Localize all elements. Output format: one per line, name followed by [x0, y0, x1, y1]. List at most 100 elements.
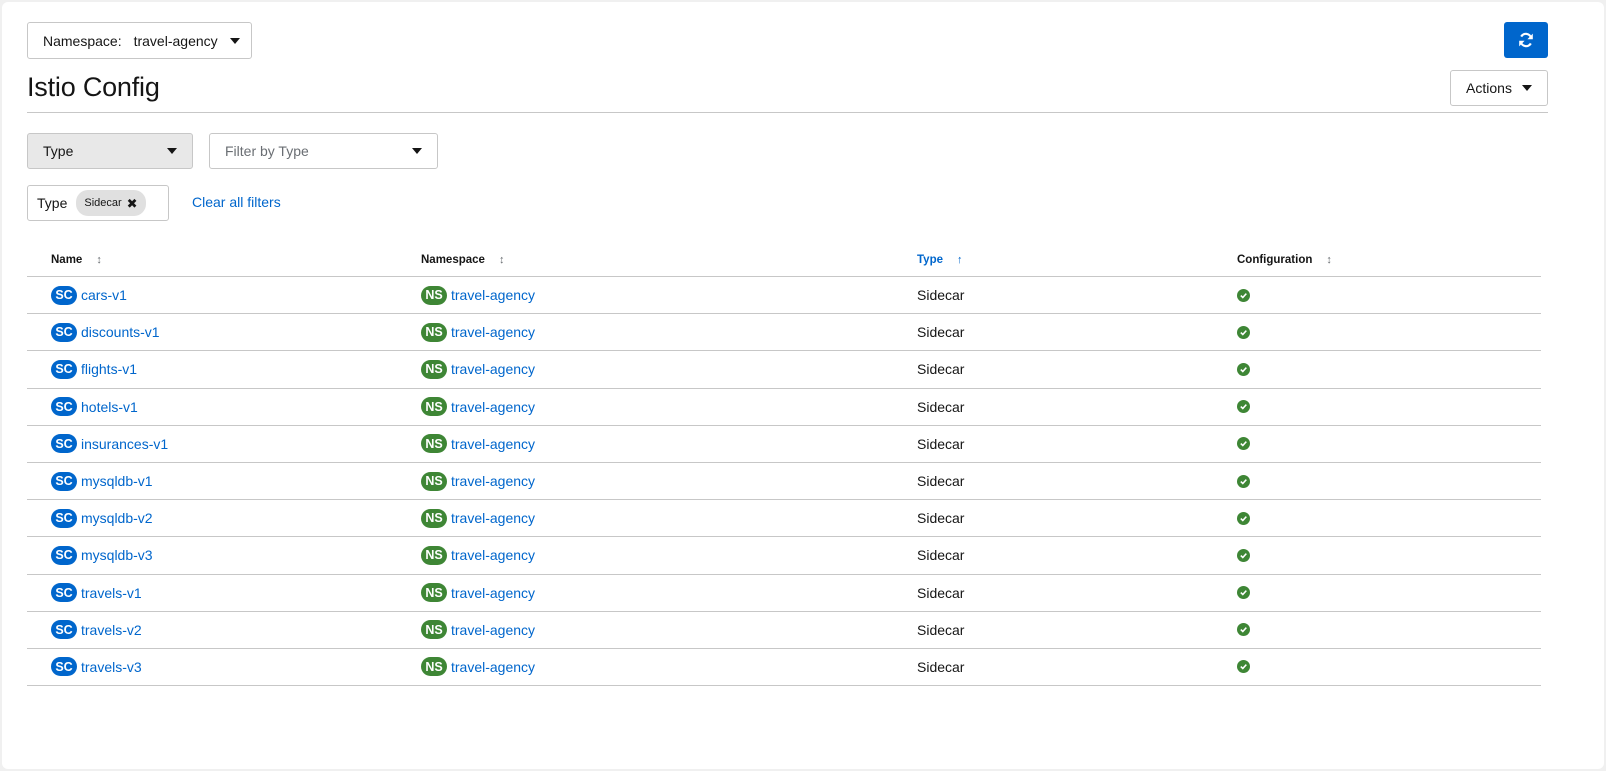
type-cell: Sidecar	[917, 584, 965, 601]
config-name-link[interactable]: mysqldb-v2	[81, 510, 153, 526]
sidecar-badge: SC	[51, 545, 77, 565]
namespace-cell: NS travel-agency	[421, 314, 535, 350]
name-cell: SC insurances-v1	[51, 426, 168, 462]
valid-check-icon[interactable]	[1237, 586, 1250, 600]
name-cell: SC cars-v1	[51, 277, 127, 313]
caret-down-icon	[412, 148, 422, 154]
configuration-cell	[1237, 277, 1250, 313]
namespace-link[interactable]: travel-agency	[451, 399, 535, 415]
sidecar-badge: SC	[51, 657, 77, 677]
sidecar-badge: SC	[51, 583, 77, 603]
configuration-cell	[1237, 463, 1250, 499]
configuration-cell	[1237, 500, 1250, 536]
config-name-link[interactable]: mysqldb-v3	[81, 547, 153, 563]
name-cell: SC mysqldb-v1	[51, 463, 153, 499]
namespace-badge: NS	[421, 657, 447, 677]
valid-check-icon[interactable]	[1237, 437, 1250, 451]
namespace-link[interactable]: travel-agency	[451, 287, 535, 303]
config-name-link[interactable]: hotels-v1	[81, 399, 138, 415]
column-header-configuration[interactable]: Configuration ↕	[1237, 254, 1332, 266]
istio-config-table: Name ↕ Namespace ↕ Type ↑ Configuration …	[27, 242, 1541, 687]
configuration-cell	[1237, 612, 1250, 648]
valid-check-icon[interactable]	[1237, 660, 1250, 674]
column-header-namespace[interactable]: Namespace ↕	[421, 254, 504, 266]
column-header-type[interactable]: Type ↑	[917, 254, 963, 266]
configuration-cell	[1237, 537, 1250, 573]
namespace-badge: NS	[421, 434, 447, 454]
table-body: SC cars-v1 NS travel-agency Sidecar SC discoun…	[27, 277, 1541, 687]
namespace-badge: NS	[421, 508, 447, 528]
actions-dropdown[interactable]: Actions	[1450, 70, 1548, 106]
name-cell: SC travels-v3	[51, 649, 142, 685]
namespace-link[interactable]: travel-agency	[451, 510, 535, 526]
sort-icon: ↕	[498, 254, 505, 266]
refresh-button[interactable]	[1504, 22, 1548, 58]
namespace-badge: NS	[421, 583, 447, 603]
config-name-link[interactable]: discounts-v1	[81, 324, 160, 340]
active-filter-group: Type Sidecar ✖	[27, 185, 169, 221]
config-name-link[interactable]: insurances-v1	[81, 436, 168, 452]
namespace-link[interactable]: travel-agency	[451, 361, 535, 377]
filter-chip: Sidecar ✖	[76, 190, 146, 216]
namespace-link[interactable]: travel-agency	[451, 585, 535, 601]
namespace-link[interactable]: travel-agency	[451, 547, 535, 563]
column-header-name[interactable]: Name ↕	[51, 254, 102, 266]
valid-check-icon[interactable]	[1237, 362, 1250, 376]
sidecar-badge: SC	[51, 397, 77, 417]
column-label: Type	[917, 254, 943, 266]
configuration-cell	[1237, 426, 1250, 462]
table-row: SC travels-v2 NS travel-agency Sidecar	[27, 612, 1541, 649]
caret-down-icon	[1521, 85, 1532, 91]
type-cell: Sidecar	[917, 510, 965, 527]
config-name-link[interactable]: travels-v2	[81, 622, 142, 638]
valid-check-icon[interactable]	[1237, 548, 1250, 562]
namespace-label: Namespace:	[43, 32, 122, 49]
namespace-link[interactable]: travel-agency	[451, 436, 535, 452]
sidecar-badge: SC	[51, 508, 77, 528]
sort-ascending-icon: ↑	[957, 254, 963, 266]
table-row: SC mysqldb-v2 NS travel-agency Sidecar	[27, 500, 1541, 538]
name-cell: SC travels-v1	[51, 575, 142, 611]
config-name-link[interactable]: cars-v1	[81, 287, 127, 303]
namespace-badge: NS	[421, 397, 447, 417]
name-cell: SC mysqldb-v2	[51, 500, 153, 536]
name-cell: SC travels-v2	[51, 612, 142, 648]
column-label: Namespace	[421, 254, 485, 266]
sidecar-badge: SC	[51, 285, 77, 305]
namespace-dropdown[interactable]: Namespace: travel-agency	[27, 22, 252, 59]
configuration-cell	[1237, 314, 1250, 350]
config-name-link[interactable]: flights-v1	[81, 361, 137, 377]
namespace-cell: NS travel-agency	[421, 351, 535, 387]
type-cell: Sidecar	[917, 324, 965, 341]
namespace-link[interactable]: travel-agency	[451, 622, 535, 638]
valid-check-icon[interactable]	[1237, 511, 1250, 525]
config-name-link[interactable]: mysqldb-v1	[81, 473, 153, 489]
page-card: Namespace: travel-agency Istio Config Ac…	[2, 2, 1604, 769]
config-name-link[interactable]: travels-v1	[81, 585, 142, 601]
valid-check-icon[interactable]	[1237, 288, 1250, 302]
valid-check-icon[interactable]	[1237, 325, 1250, 339]
clear-all-filters-link[interactable]: Clear all filters	[192, 194, 281, 210]
namespace-badge: NS	[421, 359, 447, 379]
valid-check-icon[interactable]	[1237, 474, 1250, 488]
filter-value-placeholder: Filter by Type	[225, 143, 309, 159]
config-name-link[interactable]: travels-v3	[81, 659, 142, 675]
table-row: SC insurances-v1 NS travel-agency Sidecar	[27, 426, 1541, 463]
configuration-cell	[1237, 649, 1250, 685]
remove-filter-icon[interactable]: ✖	[127, 197, 138, 210]
namespace-link[interactable]: travel-agency	[451, 473, 535, 489]
valid-check-icon[interactable]	[1237, 623, 1250, 637]
type-cell: Sidecar	[917, 621, 965, 638]
type-cell: Sidecar	[917, 547, 965, 564]
namespace-link[interactable]: travel-agency	[451, 659, 535, 675]
namespace-badge: NS	[421, 471, 447, 491]
namespace-badge: NS	[421, 620, 447, 640]
table-row: SC discounts-v1 NS travel-agency Sidecar	[27, 314, 1541, 352]
valid-check-icon[interactable]	[1237, 400, 1250, 414]
name-cell: SC mysqldb-v3	[51, 537, 153, 573]
table-row: SC mysqldb-v1 NS travel-agency Sidecar	[27, 463, 1541, 501]
type-cell: Sidecar	[917, 398, 965, 415]
filter-value-select[interactable]: Filter by Type	[209, 133, 438, 169]
namespace-link[interactable]: travel-agency	[451, 324, 535, 340]
filter-type-select[interactable]: Type	[27, 133, 193, 169]
